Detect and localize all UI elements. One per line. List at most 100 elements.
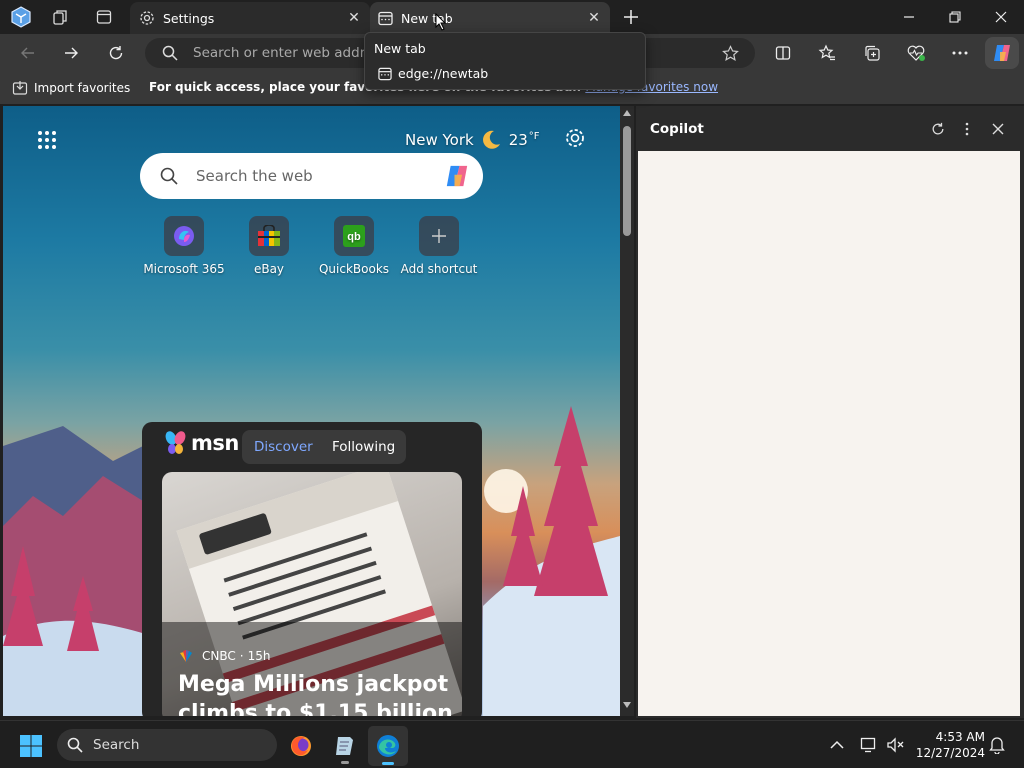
copilot-close-icon[interactable] [987,118,1009,140]
copilot-pane: Copilot [636,106,1024,718]
msn-logo[interactable]: msn [164,430,239,456]
system-clock[interactable]: 4:53 AM 12/27/2024 [915,729,985,761]
network-icon[interactable] [858,735,880,755]
address-placeholder: Search or enter web address [193,45,388,61]
profile-icon[interactable] [8,5,34,29]
tab-settings[interactable]: Settings ✕ [130,2,370,34]
taskbar: Search 4:53 AM 12/27/2024 [0,720,1024,768]
close-tab-icon[interactable]: ✕ [344,8,364,28]
newtab-icon [378,67,392,81]
show-hidden-icons-chevron-up-icon[interactable] [827,735,847,755]
maximize-button[interactable] [932,0,978,34]
hover-card-url-text: edge://newtab [398,66,489,81]
firefox-icon[interactable] [286,731,316,761]
moon-icon [480,129,502,151]
import-icon [12,80,28,96]
copilot-button[interactable] [985,37,1019,69]
shortcut-ebay[interactable]: eBay [224,216,314,276]
import-favorites-label: Import favorites [34,81,131,95]
windows-logo-icon [20,735,42,757]
volume-muted-icon[interactable] [884,735,906,755]
newtab-icon [378,11,393,26]
svg-text:qb: qb [347,231,361,243]
shortcut-microsoft-365[interactable]: Microsoft 365 [139,216,229,276]
copilot-content [638,151,1020,716]
tab-bar: Settings ✕ New tab ✕ [0,0,1024,34]
news-headline[interactable]: Mega Millions jackpot climbs to $1.15 bi… [178,670,458,716]
copilot-title: Copilot [650,121,704,137]
close-tab-icon[interactable]: ✕ [584,8,604,28]
web-search-placeholder: Search the web [196,167,313,185]
search-icon [160,167,178,185]
tab-actions-icon[interactable] [91,5,117,29]
minimize-button[interactable] [886,0,932,34]
cnbc-peacock-icon [178,650,194,662]
shortcut-label: Microsoft 365 [143,262,225,276]
favorites-button[interactable] [812,39,842,67]
search-icon [162,45,178,61]
scrollbar-thumb[interactable] [623,126,631,236]
plus-icon [419,216,459,256]
msn-butterfly-icon [165,431,186,454]
weather-unit: °F [528,131,540,142]
copilot-refresh-icon[interactable] [927,118,949,140]
shortcut-label: eBay [253,262,285,276]
browser-essentials-icon[interactable] [901,39,931,67]
msn-feed-card: msn Discover Following CNBC · 15h Mega M… [142,422,482,716]
copilot-icon[interactable] [443,162,471,190]
more-options-icon[interactable] [945,39,975,67]
weather-widget[interactable]: New York 23 °F [405,129,540,151]
ebay-icon [249,216,289,256]
taskbar-search-placeholder: Search [93,737,140,753]
web-search-box[interactable]: Search the web [140,153,483,199]
collections-button[interactable] [857,39,887,67]
import-favorites-button[interactable]: Import favorites [12,80,130,96]
news-source-name: CNBC [202,649,236,663]
gear-icon [139,10,155,26]
tab-new-tab[interactable]: New tab ✕ [370,2,610,34]
weather-city: New York [405,131,474,149]
shortcut-label: Add shortcut [400,262,478,276]
scroll-down-icon[interactable] [623,702,631,708]
close-window-button[interactable] [978,0,1024,34]
new-tab-page: New York 23 °F Search the web Microsoft … [3,106,620,716]
refresh-button[interactable] [101,39,131,67]
favorite-star-icon[interactable] [722,45,739,62]
new-tab-button[interactable] [618,5,644,29]
notepad-app-icon[interactable] [330,731,360,764]
news-source: CNBC · 15h [178,649,270,663]
copilot-more-icon[interactable] [956,118,978,140]
apps-launcher-icon[interactable] [37,130,57,150]
add-shortcut-button[interactable]: Add shortcut [394,216,484,276]
tab-label: New tab [401,10,453,26]
edge-taskbar-icon[interactable] [368,726,408,766]
shortcut-quickbooks[interactable]: qb QuickBooks [309,216,399,276]
start-button[interactable] [18,733,44,759]
tab-discover[interactable]: Discover [254,439,313,455]
search-icon [67,737,83,753]
workspaces-icon[interactable] [48,5,74,29]
mouse-cursor-icon [435,13,447,31]
forward-button[interactable] [56,39,86,67]
weather-temp: 23 [508,131,528,149]
page-settings-gear-icon[interactable] [564,127,586,149]
msn-brand: msn [191,431,239,455]
tab-hover-card: New tab edge://newtab [364,13,646,90]
tab-following[interactable]: Following [332,439,395,455]
microsoft-365-icon [164,216,204,256]
news-article-card[interactable]: CNBC · 15h Mega Millions jackpot climbs … [162,472,462,716]
shortcut-label: QuickBooks [318,262,390,276]
clock-time: 4:53 AM [935,730,985,744]
tab-label: Settings [163,10,215,26]
split-screen-button[interactable] [768,39,798,67]
notifications-bell-icon[interactable] [986,735,1008,755]
quickbooks-icon: qb [334,216,374,256]
back-button[interactable] [13,39,43,67]
taskbar-search[interactable]: Search [57,729,277,761]
hover-card-url: edge://newtab [378,66,488,81]
news-age: 15h [247,649,271,663]
clock-date: 12/27/2024 [915,746,985,760]
hover-card-title: New tab [374,41,426,56]
scroll-up-icon[interactable] [623,110,631,116]
page-scrollbar[interactable] [620,106,634,716]
